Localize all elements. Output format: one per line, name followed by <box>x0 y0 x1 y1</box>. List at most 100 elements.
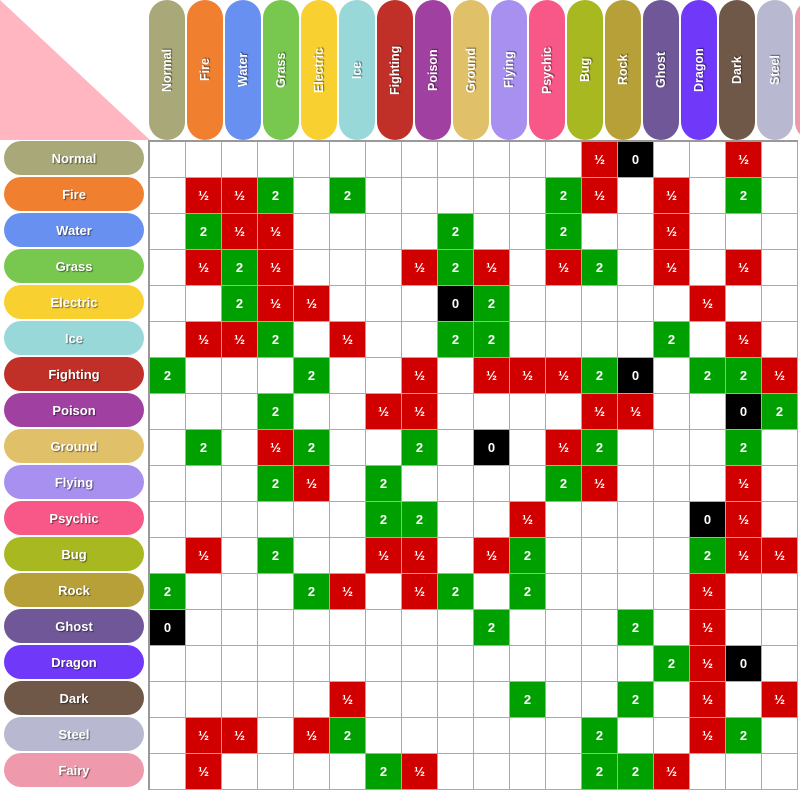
cell-r9-c0 <box>150 466 186 502</box>
cell-r1-c8 <box>438 178 474 214</box>
cell-r16-c16: 2 <box>726 718 762 754</box>
attacker-type-dragon: Dragon <box>4 645 144 679</box>
cell-r6-c4: 2 <box>294 358 330 394</box>
cell-r1-c10 <box>510 178 546 214</box>
cell-r14-c15: ½ <box>690 646 726 682</box>
cell-r12-c5: ½ <box>330 574 366 610</box>
cell-r9-c3: 2 <box>258 466 294 502</box>
cell-r14-c1 <box>186 646 222 682</box>
cell-r8-c0 <box>150 430 186 466</box>
cell-r10-c3 <box>258 502 294 538</box>
defender-type-grass: Grass <box>263 0 299 140</box>
cell-r11-c14 <box>654 538 690 574</box>
cell-r9-c4: ½ <box>294 466 330 502</box>
cell-r14-c4 <box>294 646 330 682</box>
cell-r10-c13 <box>618 502 654 538</box>
attacker-type-psychic: Psychic <box>4 501 144 535</box>
cell-r7-c12: ½ <box>582 394 618 430</box>
cell-r12-c2 <box>222 574 258 610</box>
cell-r14-c2 <box>222 646 258 682</box>
cell-r2-c11: 2 <box>546 214 582 250</box>
cell-r12-c10: 2 <box>510 574 546 610</box>
cell-r1-c6 <box>366 178 402 214</box>
cell-r7-c2 <box>222 394 258 430</box>
cell-r4-c13 <box>618 286 654 322</box>
cell-r5-c9: 2 <box>474 322 510 358</box>
cell-r5-c7 <box>402 322 438 358</box>
cell-r13-c14 <box>654 610 690 646</box>
cell-r11-c10: 2 <box>510 538 546 574</box>
defender-type-electric: Electric <box>301 0 337 140</box>
cell-r8-c11: ½ <box>546 430 582 466</box>
cell-r0-c10 <box>510 142 546 178</box>
cell-r4-c11 <box>546 286 582 322</box>
cell-r12-c14 <box>654 574 690 610</box>
cell-r3-c8: 2 <box>438 250 474 286</box>
cell-r8-c14 <box>654 430 690 466</box>
cell-r14-c8 <box>438 646 474 682</box>
cell-r10-c11 <box>546 502 582 538</box>
cell-r16-c17 <box>762 718 798 754</box>
cell-r7-c13: ½ <box>618 394 654 430</box>
cell-r3-c9: ½ <box>474 250 510 286</box>
attacker-type-poison: Poison <box>4 393 144 427</box>
cell-r0-c8 <box>438 142 474 178</box>
cell-r15-c11 <box>546 682 582 718</box>
cell-r10-c2 <box>222 502 258 538</box>
cell-r11-c16: ½ <box>726 538 762 574</box>
cell-r10-c14 <box>654 502 690 538</box>
cell-r13-c11 <box>546 610 582 646</box>
cell-r7-c5 <box>330 394 366 430</box>
cell-r15-c13: 2 <box>618 682 654 718</box>
cell-r12-c15: ½ <box>690 574 726 610</box>
attacker-type-dark: Dark <box>4 681 144 715</box>
cell-r2-c5 <box>330 214 366 250</box>
cell-r4-c8: 0 <box>438 286 474 322</box>
cell-r4-c3: ½ <box>258 286 294 322</box>
cell-r4-c17 <box>762 286 798 322</box>
cell-r10-c9 <box>474 502 510 538</box>
cell-r1-c15 <box>690 178 726 214</box>
cell-r13-c15: ½ <box>690 610 726 646</box>
cell-r1-c1: ½ <box>186 178 222 214</box>
cell-r7-c16: 0 <box>726 394 762 430</box>
cell-r5-c14: 2 <box>654 322 690 358</box>
cell-r16-c7 <box>402 718 438 754</box>
cell-r11-c13 <box>618 538 654 574</box>
cell-r0-c9 <box>474 142 510 178</box>
cell-r4-c10 <box>510 286 546 322</box>
cell-r2-c14: ½ <box>654 214 690 250</box>
cell-r8-c15 <box>690 430 726 466</box>
cell-r3-c1: ½ <box>186 250 222 286</box>
cell-r12-c7: ½ <box>402 574 438 610</box>
cell-r16-c1: ½ <box>186 718 222 754</box>
cell-r3-c5 <box>330 250 366 286</box>
cell-r9-c13 <box>618 466 654 502</box>
cell-r3-c14: ½ <box>654 250 690 286</box>
defender-type-ghost: Ghost <box>643 0 679 140</box>
cell-r14-c7 <box>402 646 438 682</box>
cell-r13-c1 <box>186 610 222 646</box>
cell-r13-c13: 2 <box>618 610 654 646</box>
cell-r8-c10 <box>510 430 546 466</box>
cell-r5-c13 <box>618 322 654 358</box>
cell-r1-c4 <box>294 178 330 214</box>
cell-r9-c1 <box>186 466 222 502</box>
cell-r13-c9: 2 <box>474 610 510 646</box>
cell-r8-c2 <box>222 430 258 466</box>
cell-r5-c17 <box>762 322 798 358</box>
cell-r3-c12: 2 <box>582 250 618 286</box>
cell-r16-c0 <box>150 718 186 754</box>
cell-r6-c12: 2 <box>582 358 618 394</box>
cell-r6-c17: ½ <box>762 358 798 394</box>
cell-r5-c8: 2 <box>438 322 474 358</box>
cell-r2-c1: 2 <box>186 214 222 250</box>
cell-r10-c12 <box>582 502 618 538</box>
cell-r16-c11 <box>546 718 582 754</box>
cell-r1-c13 <box>618 178 654 214</box>
cell-r5-c11 <box>546 322 582 358</box>
cell-r2-c2: ½ <box>222 214 258 250</box>
cell-r10-c15: 0 <box>690 502 726 538</box>
cell-r8-c4: 2 <box>294 430 330 466</box>
cell-r11-c4 <box>294 538 330 574</box>
